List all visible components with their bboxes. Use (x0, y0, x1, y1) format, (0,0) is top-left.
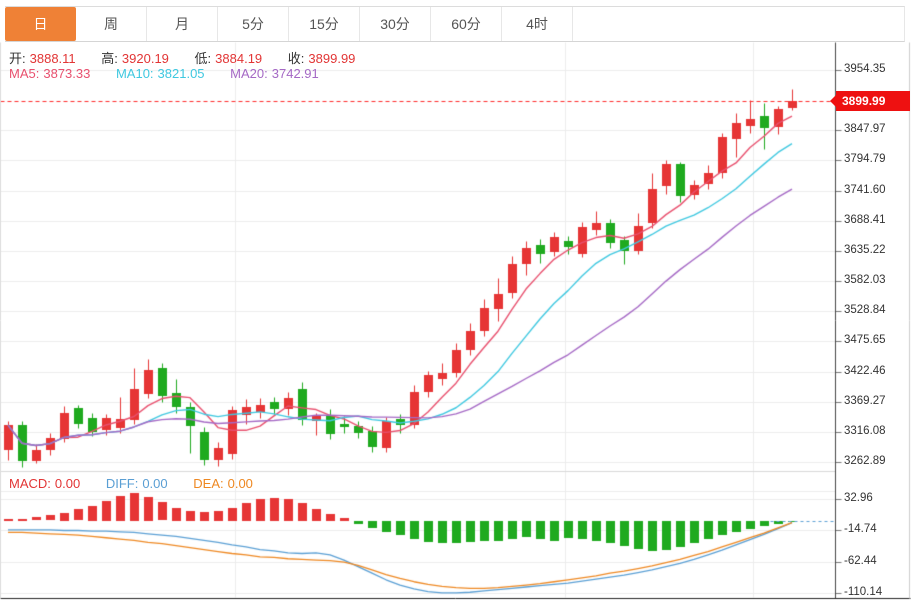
ma10-label: MA10: (116, 66, 154, 81)
close-value: 3899.99 (308, 51, 355, 66)
tab-h4[interactable]: 4时 (502, 7, 573, 41)
price-axis-label: 3316.08 (844, 425, 886, 437)
tab-m5[interactable]: 5分 (218, 7, 289, 41)
price-axis-label: 3794.79 (844, 153, 886, 165)
tab-month[interactable]: 月 (147, 7, 218, 41)
tab-week[interactable]: 周 (76, 7, 147, 41)
ma10-value: 3821.05 (158, 66, 205, 81)
high-label: 高: (101, 51, 118, 66)
price-axis-label: 3475.65 (844, 334, 886, 346)
price-axis-label: 3741.60 (844, 184, 886, 196)
current-price-tag: 3899.99 (836, 91, 910, 111)
low-value: 3884.19 (215, 51, 262, 66)
tab-m30[interactable]: 30分 (360, 7, 431, 41)
diff-value: 0.00 (142, 476, 167, 491)
chart-canvas[interactable] (0, 0, 911, 602)
close-label: 收: (288, 51, 305, 66)
ma5-label: MA5: (9, 66, 39, 81)
price-axis-label: 3422.46 (844, 365, 886, 377)
open-label: 开: (9, 51, 26, 66)
timeframe-tabs: 日周月5分15分30分60分4时 (5, 6, 905, 42)
tab-day[interactable]: 日 (5, 7, 76, 41)
low-label: 低: (195, 51, 212, 66)
macd-label: MACD: (9, 476, 51, 491)
price-axis-label: 3262.89 (844, 455, 886, 467)
ma5-value: 3873.33 (43, 66, 90, 81)
price-axis-label: 3369.27 (844, 395, 886, 407)
macd-axis-label: -14.74 (844, 523, 877, 535)
macd-axis-label: -62.44 (844, 555, 877, 567)
price-axis-label: 3635.22 (844, 244, 886, 256)
tab-m60[interactable]: 60分 (431, 7, 502, 41)
tab-m15[interactable]: 15分 (289, 7, 360, 41)
macd-value: 0.00 (55, 476, 80, 491)
price-axis-label: 3528.84 (844, 304, 886, 316)
ma20-value: 3742.91 (272, 66, 319, 81)
trading-chart-app: 日周月5分15分30分60分4时 开:3888.11 高:3920.19 低:3… (0, 0, 911, 602)
diff-label: DIFF: (106, 476, 139, 491)
dea-label: DEA: (193, 476, 223, 491)
dea-value: 0.00 (228, 476, 253, 491)
price-axis-label: 3582.03 (844, 274, 886, 286)
ohlc-legend: 开: 3888.11 高: 3920.19 低:3884.19 收:3899.99 (9, 48, 359, 67)
macd-axis-label: 32.96 (844, 492, 873, 504)
price-axis-label: 3847.97 (844, 123, 886, 135)
open-value: 3888.11 (30, 51, 76, 66)
macd-axis-label: -110.14 (844, 586, 882, 598)
price-axis-label: 3954.35 (844, 63, 886, 75)
price-axis-label: 3688.41 (844, 214, 886, 226)
ma20-label: MA20: (230, 66, 268, 81)
high-value: 3920.19 (122, 51, 169, 66)
macd-legend: MACD:0.00 DIFF:0.00 DEA:0.00 (9, 476, 257, 491)
ma-legend: MA5: 3873.33 MA10: 3821.05 MA20: 3742.91 (9, 66, 323, 81)
